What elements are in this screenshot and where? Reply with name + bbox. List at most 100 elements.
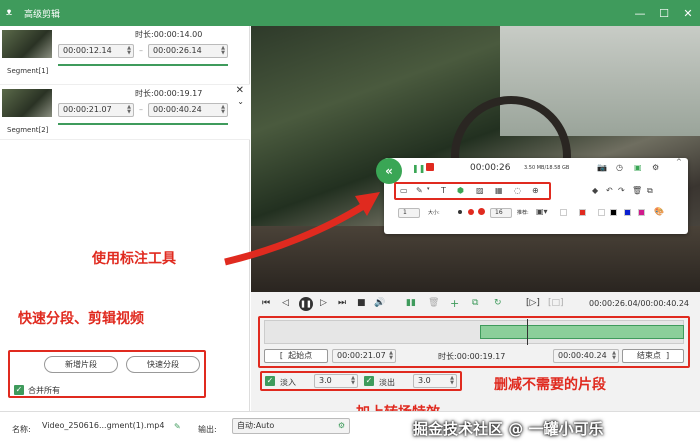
color-picker-icon[interactable]: 🎨 <box>654 207 664 216</box>
pen-icon[interactable]: ✎ <box>416 186 423 195</box>
eraser-icon[interactable]: ◆ <box>592 186 598 195</box>
timeline-selection[interactable] <box>480 325 684 339</box>
watermark: 掘金技术社区 @ 一罐小可乐 <box>413 420 604 438</box>
lasso-icon[interactable]: ◌ <box>514 186 521 195</box>
split-icon[interactable]: ▮▮ <box>406 298 416 308</box>
minimize-button[interactable]: — <box>628 0 652 26</box>
mark-out-icon[interactable]: [□] <box>548 298 564 308</box>
redo-icon[interactable]: ↷ <box>618 186 625 195</box>
trim-end-input[interactable]: 00:00:40.24 ▲ ▼ <box>553 349 619 363</box>
file-name-field[interactable]: Video_250616...gment(1).mp4 <box>38 419 188 435</box>
fade-out-checkbox[interactable]: ✓ <box>364 376 374 386</box>
camera-icon[interactable]: 📷 <box>597 163 607 172</box>
segment-duration: 时长:00:00:19.17 <box>135 89 203 98</box>
size-dot-medium[interactable] <box>468 209 474 215</box>
frame-forward-icon[interactable]: ▷ <box>320 298 327 308</box>
color-swatch[interactable] <box>560 209 567 216</box>
merge-all-checkbox[interactable]: ✓ <box>14 385 24 395</box>
chevron-down-icon[interactable]: ⌄ <box>237 97 244 106</box>
pause-icon[interactable]: ❚❚ <box>412 164 425 173</box>
merge-all-label: 合并所有 <box>28 386 60 395</box>
size-dot-large[interactable] <box>478 208 485 215</box>
skip-start-icon[interactable]: ⏮ <box>262 298 270 308</box>
copy-icon[interactable]: ⧉ <box>472 298 478 308</box>
image-icon[interactable]: ▨ <box>476 186 484 195</box>
palette-select[interactable]: ▣▾ <box>536 207 548 216</box>
segment-thumbnail <box>2 30 52 58</box>
record-time: 00:00:26 <box>470 163 511 173</box>
fade-out-input[interactable]: 3.0 ▲ ▼ <box>413 374 457 388</box>
annotation-delete: 删减不需要的片段 <box>494 377 606 393</box>
output-select[interactable]: 自动:Auto ⚙ <box>232 418 350 434</box>
segment-end-input[interactable]: 00:00:40.24 ▲ ▼ <box>148 103 228 117</box>
trim-start-input[interactable]: 00:00:21.07 ▲ ▼ <box>332 349 396 363</box>
trash-icon[interactable]: 🗑 <box>428 298 439 308</box>
fade-in-checkbox[interactable]: ✓ <box>265 376 275 386</box>
chevron-down-icon[interactable]: ▾ <box>427 186 430 192</box>
window-title: 高级剪辑 <box>24 9 61 20</box>
segment-progress <box>58 123 228 125</box>
delete-segment-icon[interactable]: ✕ <box>236 85 244 96</box>
playhead[interactable] <box>527 319 528 345</box>
spinner-icon[interactable]: ▲ ▼ <box>221 46 225 56</box>
text-icon[interactable]: T <box>441 186 446 195</box>
fade-out-label: 淡出 <box>379 378 395 387</box>
pause-button[interactable]: ❚❚ <box>299 297 313 311</box>
skip-end-icon[interactable]: ⏭ <box>338 298 346 308</box>
refresh-icon[interactable]: ↻ <box>494 298 502 308</box>
app-logo-icon: ᴥ <box>6 7 13 18</box>
rectangle-icon[interactable]: ▭ <box>400 186 408 195</box>
stop-icon[interactable] <box>426 163 434 171</box>
quick-split-button[interactable]: 快速分段 <box>126 356 200 373</box>
clock-icon[interactable]: ◷ <box>616 163 623 172</box>
volume-icon[interactable]: 🔊 <box>374 298 385 308</box>
annotation-split: 快速分段、剪辑视频 <box>18 311 144 327</box>
segment-start-input[interactable]: 00:00:21.07 ▲ ▼ <box>58 103 134 117</box>
chevron-up-icon[interactable]: ^ <box>676 158 682 166</box>
add-segment-button[interactable]: 新增片段 <box>44 356 118 373</box>
stop-icon[interactable]: ■ <box>357 298 366 308</box>
record-size: 3.50 MB/18.58 GB <box>524 165 570 171</box>
add-icon[interactable]: + <box>450 297 459 310</box>
segment-end-input[interactable]: 00:00:26.14 ▲ ▼ <box>148 44 228 58</box>
color-swatch[interactable] <box>610 209 617 216</box>
timeline[interactable] <box>264 319 684 345</box>
gear-icon[interactable]: ⚙ <box>338 419 345 433</box>
shield-icon[interactable]: ⬢ <box>457 186 464 195</box>
set-start-button[interactable]: [ 起始点 <box>264 349 328 363</box>
set-end-button[interactable]: 结束点 ] <box>622 349 684 363</box>
mosaic-icon[interactable]: ▦ <box>495 186 503 195</box>
target-icon[interactable]: ⊕ <box>532 186 539 195</box>
fade-in-input[interactable]: 3.0 ▲ ▼ <box>314 374 358 388</box>
size-dot-small[interactable] <box>458 210 462 214</box>
spinner-icon[interactable]: ▲ ▼ <box>221 105 225 115</box>
trash-icon[interactable]: 🗑 <box>632 186 642 195</box>
edit-icon[interactable]: ✎ <box>174 422 181 431</box>
segment-item[interactable]: Segment[2] 时长:00:00:19.17 00:00:21.07 ▲ ▼ … <box>0 84 250 140</box>
segment-item[interactable]: Segment[1] 时长:00:00:14.00 00:00:12.14 ▲ ▼ … <box>0 26 250 82</box>
segment-thumbnail <box>2 89 52 117</box>
font-size-select[interactable]: 16 <box>490 208 512 218</box>
line-width-select[interactable]: 1 <box>398 208 420 218</box>
spinner-icon[interactable]: ▲ ▼ <box>127 105 131 115</box>
gear-icon[interactable]: ⚙ <box>652 163 659 172</box>
maximize-button[interactable]: ☐ <box>652 0 676 26</box>
segment-label: Segment[2] <box>7 126 49 134</box>
annotation-tool: 使用标注工具 <box>92 251 176 267</box>
segment-start-input[interactable]: 00:00:12.14 ▲ ▼ <box>58 44 134 58</box>
segment-progress <box>58 64 228 66</box>
color-swatch[interactable] <box>624 209 631 216</box>
spinner-icon[interactable]: ▲ ▼ <box>127 46 131 56</box>
color-swatch[interactable] <box>638 209 645 216</box>
trim-duration: 时长:00:00:19.17 <box>438 352 506 361</box>
mark-in-icon[interactable]: [▷] <box>526 298 540 308</box>
close-window-button[interactable]: ✕ <box>676 0 700 26</box>
color-swatch[interactable] <box>579 209 586 216</box>
playback-position: 00:00:26.04/00:00:40.24 <box>589 299 689 308</box>
frame-back-icon[interactable]: ◁ <box>282 298 289 308</box>
toolbox-icon[interactable]: ▣ <box>634 163 642 172</box>
copy-icon[interactable]: ⧉ <box>647 186 653 196</box>
undo-icon[interactable]: ↶ <box>606 186 613 195</box>
annotation-arrow <box>224 192 380 266</box>
color-swatch[interactable] <box>598 209 605 216</box>
